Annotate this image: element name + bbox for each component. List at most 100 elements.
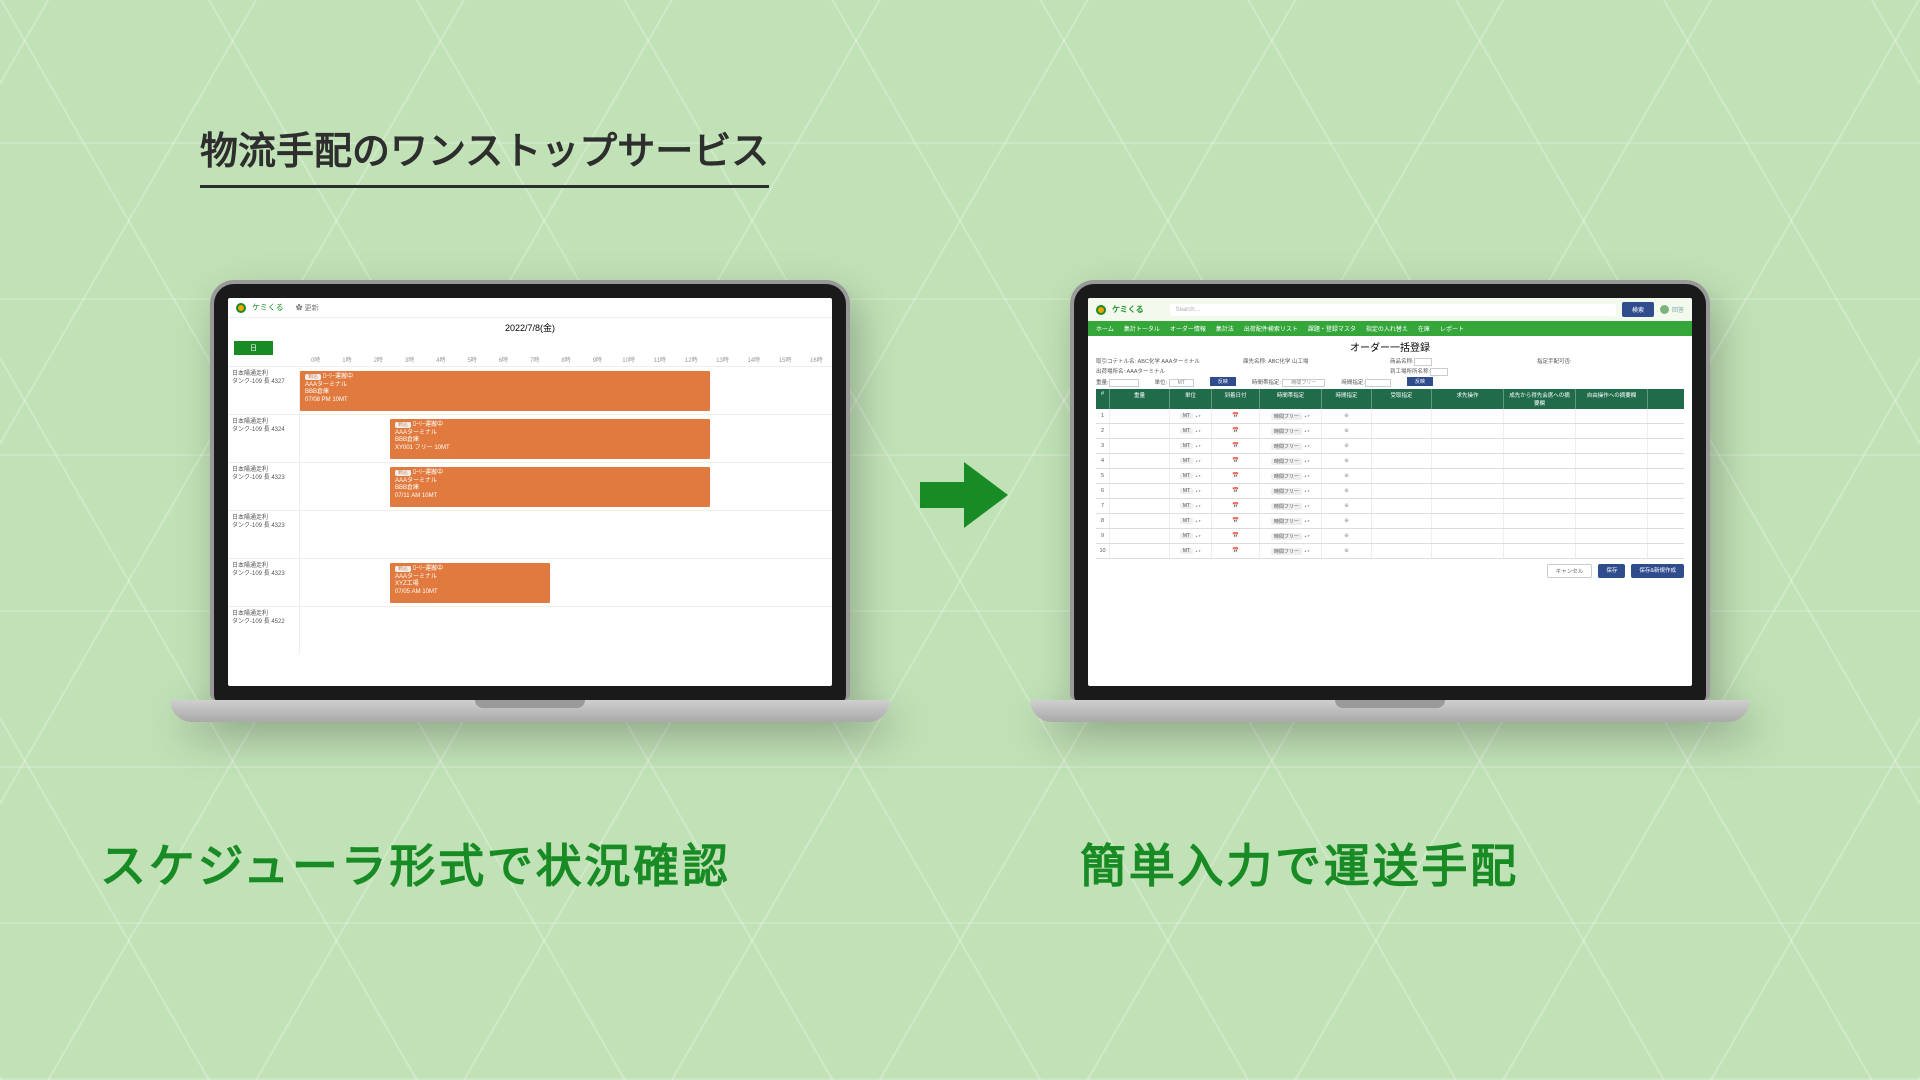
remark1-cell[interactable] <box>1504 544 1576 558</box>
timespec-cell[interactable]: ⊕ <box>1322 529 1372 543</box>
timeband-cell[interactable]: 時間フリー▲▼ <box>1260 499 1322 513</box>
receipt-cell[interactable] <box>1372 424 1432 438</box>
unit-cell[interactable]: MT▲▼ <box>1170 409 1212 423</box>
meta-timeband-select[interactable]: 時間フリー <box>1282 379 1325 387</box>
weight-cell[interactable] <box>1110 469 1170 483</box>
date-cell[interactable]: 📅 <box>1212 514 1260 528</box>
scheduler-event-bar[interactable]: 到込ﾛｰﾘｰ運搬中AAAターミナルBBB倉庫XY001 フリー 10MT <box>390 419 710 459</box>
timeband-cell[interactable]: 時間フリー▲▼ <box>1260 454 1322 468</box>
save-button[interactable]: 保存 <box>1598 564 1625 578</box>
dest-op-cell[interactable] <box>1432 484 1504 498</box>
remark1-cell[interactable] <box>1504 499 1576 513</box>
dest-op-cell[interactable] <box>1432 409 1504 423</box>
search-button[interactable]: 検索 <box>1622 302 1654 317</box>
nav-item[interactable]: 課題・登録マスタ <box>1308 324 1356 333</box>
weight-cell[interactable] <box>1110 544 1170 558</box>
meta-product-input[interactable] <box>1414 358 1432 366</box>
cancel-button[interactable]: キャンセル <box>1547 564 1593 578</box>
scheduler-event-bar[interactable]: 到込ﾛｰﾘｰ運搬中AAAターミナルBBB倉庫07/08 PM 10MT <box>300 371 710 411</box>
receipt-cell[interactable] <box>1372 499 1432 513</box>
dest-op-cell[interactable] <box>1432 454 1504 468</box>
timespec-cell[interactable]: ⊕ <box>1322 544 1372 558</box>
nav-item[interactable]: 出荷配件検索リスト <box>1244 324 1298 333</box>
timespec-cell[interactable]: ⊕ <box>1322 454 1372 468</box>
unit-cell[interactable]: MT▲▼ <box>1170 454 1212 468</box>
remark2-cell[interactable] <box>1576 454 1648 468</box>
date-cell[interactable]: 📅 <box>1212 484 1260 498</box>
unit-cell[interactable]: MT▲▼ <box>1170 544 1212 558</box>
weight-cell[interactable] <box>1110 484 1170 498</box>
remark1-cell[interactable] <box>1504 529 1576 543</box>
timeband-cell[interactable]: 時間フリー▲▼ <box>1260 529 1322 543</box>
timespec-cell[interactable]: ⊕ <box>1322 514 1372 528</box>
meta-apply-button-1[interactable]: 反映 <box>1210 377 1236 386</box>
date-cell[interactable]: 📅 <box>1212 469 1260 483</box>
receipt-cell[interactable] <box>1372 469 1432 483</box>
scheduler-view-tab-day[interactable]: 日 <box>234 341 273 355</box>
remark1-cell[interactable] <box>1504 409 1576 423</box>
unit-cell[interactable]: MT▲▼ <box>1170 514 1212 528</box>
receipt-cell[interactable] <box>1372 409 1432 423</box>
timeband-cell[interactable]: 時間フリー▲▼ <box>1260 424 1322 438</box>
timeband-cell[interactable]: 時間フリー▲▼ <box>1260 439 1322 453</box>
dest-op-cell[interactable] <box>1432 499 1504 513</box>
nav-item[interactable]: 在庫 <box>1418 324 1430 333</box>
meta-timespec-input[interactable] <box>1365 379 1391 387</box>
nav-item[interactable]: レポート <box>1440 324 1464 333</box>
remark2-cell[interactable] <box>1576 424 1648 438</box>
date-cell[interactable]: 📅 <box>1212 499 1260 513</box>
remark2-cell[interactable] <box>1576 499 1648 513</box>
date-cell[interactable]: 📅 <box>1212 544 1260 558</box>
scheduler-event-bar[interactable]: 到込ﾛｰﾘｰ運搬中AAAターミナルBBB倉庫07/11 AM 10MT <box>390 467 710 507</box>
weight-cell[interactable] <box>1110 439 1170 453</box>
timespec-cell[interactable]: ⊕ <box>1322 439 1372 453</box>
weight-cell[interactable] <box>1110 499 1170 513</box>
scheduler-event-bar[interactable]: 到込ﾛｰﾘｰ運搬中AAAターミナルXYZ工場07/05 AM 10MT <box>390 563 550 603</box>
weight-cell[interactable] <box>1110 454 1170 468</box>
meta-arrive-input[interactable] <box>1430 368 1448 376</box>
receipt-cell[interactable] <box>1372 439 1432 453</box>
unit-cell[interactable]: MT▲▼ <box>1170 469 1212 483</box>
weight-cell[interactable] <box>1110 424 1170 438</box>
receipt-cell[interactable] <box>1372 454 1432 468</box>
receipt-cell[interactable] <box>1372 484 1432 498</box>
receipt-cell[interactable] <box>1372 514 1432 528</box>
remark1-cell[interactable] <box>1504 514 1576 528</box>
dest-op-cell[interactable] <box>1432 544 1504 558</box>
remark1-cell[interactable] <box>1504 484 1576 498</box>
timespec-cell[interactable]: ⊕ <box>1322 424 1372 438</box>
remark2-cell[interactable] <box>1576 469 1648 483</box>
nav-item[interactable]: 集計法 <box>1216 324 1234 333</box>
receipt-cell[interactable] <box>1372 529 1432 543</box>
timespec-cell[interactable]: ⊕ <box>1322 499 1372 513</box>
meta-apply-button-2[interactable]: 反映 <box>1407 377 1433 386</box>
unit-cell[interactable]: MT▲▼ <box>1170 484 1212 498</box>
meta-unit-select[interactable]: MT <box>1169 379 1194 387</box>
search-input[interactable]: Search… <box>1170 304 1616 316</box>
remark1-cell[interactable] <box>1504 469 1576 483</box>
timeband-cell[interactable]: 時間フリー▲▼ <box>1260 469 1322 483</box>
receipt-cell[interactable] <box>1372 544 1432 558</box>
timespec-cell[interactable]: ⊕ <box>1322 409 1372 423</box>
remark2-cell[interactable] <box>1576 484 1648 498</box>
dest-op-cell[interactable] <box>1432 424 1504 438</box>
weight-cell[interactable] <box>1110 409 1170 423</box>
unit-cell[interactable]: MT▲▼ <box>1170 529 1212 543</box>
dest-op-cell[interactable] <box>1432 469 1504 483</box>
timeband-cell[interactable]: 時間フリー▲▼ <box>1260 514 1322 528</box>
date-cell[interactable]: 📅 <box>1212 454 1260 468</box>
date-cell[interactable]: 📅 <box>1212 439 1260 453</box>
nav-item[interactable]: 集計トータル <box>1124 324 1160 333</box>
remark2-cell[interactable] <box>1576 409 1648 423</box>
remark2-cell[interactable] <box>1576 514 1648 528</box>
remark2-cell[interactable] <box>1576 544 1648 558</box>
date-cell[interactable]: 📅 <box>1212 409 1260 423</box>
remark1-cell[interactable] <box>1504 439 1576 453</box>
nav-item[interactable]: ホーム <box>1096 324 1114 333</box>
date-cell[interactable]: 📅 <box>1212 529 1260 543</box>
timeband-cell[interactable]: 時間フリー▲▼ <box>1260 409 1322 423</box>
date-cell[interactable]: 📅 <box>1212 424 1260 438</box>
user-badge[interactable]: 回答 <box>1660 305 1684 314</box>
timeband-cell[interactable]: 時間フリー▲▼ <box>1260 484 1322 498</box>
timeband-cell[interactable]: 時間フリー▲▼ <box>1260 544 1322 558</box>
